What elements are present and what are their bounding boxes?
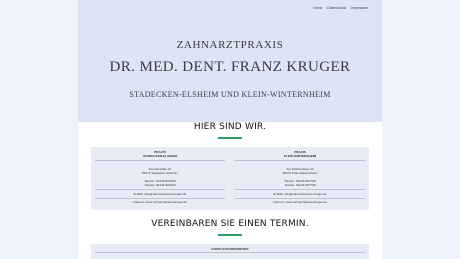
main-content: HIER SIND WIR. PRAXIS STADECKEN-ELSHEIM … <box>78 122 382 259</box>
practice-fax: Telefax: 06136 997798 <box>284 183 316 188</box>
practice-web-link[interactable]: Internet: www.zahnarztpraxis-kruger.de <box>95 200 225 204</box>
nav-datenschutz-link[interactable]: Datenschutz <box>327 6 346 10</box>
practice-name: KLEIN-WINTERNHEIM <box>283 154 317 159</box>
hero-banner: Home Datenschutz Impressum ZAHNARZTPRAXI… <box>78 0 382 122</box>
divider <box>95 252 365 253</box>
hero-name: DR. MED. DENT. FRANZ KRUGER <box>109 59 351 75</box>
section-underline <box>218 137 242 139</box>
divider <box>95 160 225 162</box>
section-title-appointment: VEREINBAREN SIE EINEN TERMIN. <box>151 219 309 229</box>
practice-card-klein-winternheim: PRAXIS KLEIN-WINTERNHEIM Am Weiherrdsen … <box>235 150 365 204</box>
practice-fax: Telefax: 06136 920234 <box>144 183 176 188</box>
divider <box>95 189 225 191</box>
hero-location: STADECKEN-ELSHEIM UND KLEIN-WINTERNHEIM <box>129 90 331 99</box>
consultation-label: KONSULTATIONSZEITEN <box>211 247 249 251</box>
nav-home-link[interactable]: Home <box>313 6 322 10</box>
practice-name: STADECKEN-ELSHEIM <box>143 154 177 159</box>
consultation-box: KONSULTATIONSZEITEN <box>91 244 369 259</box>
practice-card-stadecken: PRAXIS STADECKEN-ELSHEIM Fennelstraße 21… <box>95 150 225 204</box>
practice-web-link[interactable]: Internet: www.zahnarztpraxis-kruger.de <box>235 200 365 204</box>
page: Home Datenschutz Impressum ZAHNARZTPRAXI… <box>78 0 382 259</box>
practice-email-link[interactable]: E-Mail: info@zahnarztpraxis-kruger.de <box>95 192 225 196</box>
practices-box: PRAXIS STADECKEN-ELSHEIM Fennelstraße 21… <box>91 147 369 210</box>
divider <box>235 197 365 199</box>
hero-title: ZAHNARZTPRAXIS <box>176 39 284 51</box>
practice-email-link[interactable]: E-Mail: info@zahnarztpraxis-kruger.de <box>235 192 365 196</box>
top-navigation: Home Datenschutz Impressum <box>313 6 368 10</box>
section-title-location: HIER SIND WIR. <box>193 122 267 132</box>
section-underline <box>218 234 242 236</box>
divider <box>235 189 365 191</box>
nav-impressum-link[interactable]: Impressum <box>351 6 368 10</box>
divider <box>235 160 365 162</box>
divider <box>95 197 225 199</box>
